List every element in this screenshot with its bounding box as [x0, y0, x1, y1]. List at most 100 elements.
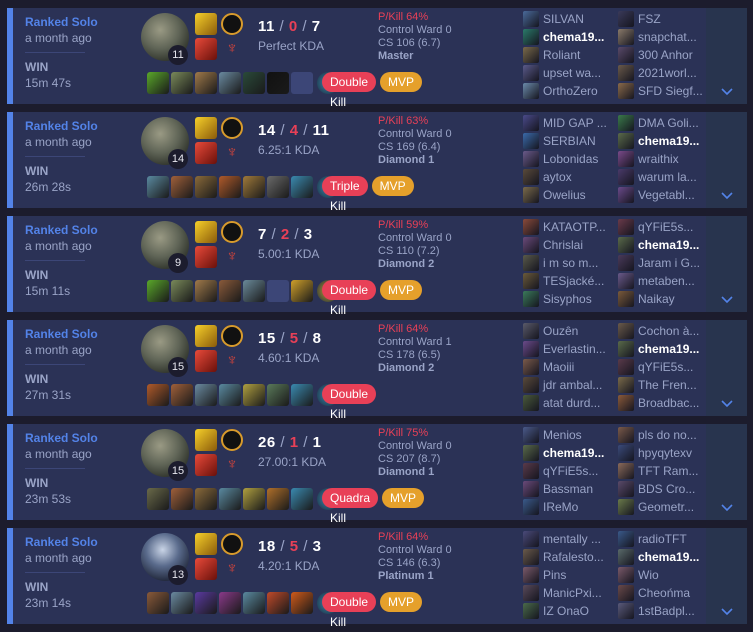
player-row[interactable]: metaben...: [618, 272, 713, 290]
player-row[interactable]: Cochon à...: [618, 322, 713, 340]
player-name[interactable]: The Fren...: [638, 378, 697, 392]
item-icon[interactable]: [291, 592, 313, 614]
player-name[interactable]: Geometr...: [638, 500, 694, 514]
item-icon[interactable]: [147, 280, 169, 302]
summoner-spell-ignite-icon[interactable]: [195, 142, 217, 164]
secondary-rune-icon[interactable]: ♆: [221, 246, 243, 268]
player-row[interactable]: Everlastin...: [523, 340, 618, 358]
player-name[interactable]: aytox: [543, 170, 572, 184]
player-row[interactable]: chema19...: [618, 548, 713, 566]
player-row[interactable]: Roliant: [523, 46, 618, 64]
item-icon[interactable]: [147, 72, 169, 94]
item-icon[interactable]: [171, 280, 193, 302]
player-name[interactable]: Owelius: [543, 188, 586, 202]
item-icon[interactable]: [243, 488, 265, 510]
summoner-spell-ignite-icon[interactable]: [195, 350, 217, 372]
player-row[interactable]: upset wa...: [523, 64, 618, 82]
item-icon[interactable]: [243, 384, 265, 406]
player-name[interactable]: Bassman: [543, 482, 593, 496]
player-name[interactable]: 2021worl...: [638, 66, 697, 80]
player-row[interactable]: Vegetabl...: [618, 186, 713, 204]
item-icon[interactable]: [171, 384, 193, 406]
player-row[interactable]: mentally ...: [523, 530, 618, 548]
item-icon[interactable]: [147, 592, 169, 614]
player-name[interactable]: Broadbac...: [638, 396, 699, 410]
expand-button[interactable]: [706, 216, 747, 312]
item-icon[interactable]: [243, 280, 265, 302]
player-name[interactable]: SERBIAN: [543, 134, 596, 148]
item-icon[interactable]: [291, 488, 313, 510]
player-row[interactable]: Wio: [618, 566, 713, 584]
secondary-rune-icon[interactable]: ♆: [221, 558, 243, 580]
keystone-rune-icon[interactable]: [221, 533, 243, 555]
player-name[interactable]: BDS Cro...: [638, 482, 695, 496]
player-name[interactable]: pls do no...: [638, 428, 697, 442]
player-row[interactable]: i m so m...: [523, 254, 618, 272]
player-row[interactable]: IZ OnaO: [523, 602, 618, 620]
item-icon[interactable]: [267, 384, 289, 406]
player-name[interactable]: atat durd...: [543, 396, 600, 410]
player-row[interactable]: Broadbac...: [618, 394, 713, 412]
player-row[interactable]: FSZ: [618, 10, 713, 28]
item-icon[interactable]: [243, 176, 265, 198]
player-name[interactable]: metaben...: [638, 274, 695, 288]
player-name[interactable]: jdr ambal...: [543, 378, 602, 392]
player-row[interactable]: Bassman: [523, 480, 618, 498]
player-name[interactable]: Jaram i G...: [638, 256, 700, 270]
player-name[interactable]: chema19...: [638, 550, 699, 564]
player-name[interactable]: Cheońma: [638, 586, 690, 600]
player-row[interactable]: warum la...: [618, 168, 713, 186]
player-row[interactable]: TFT Ram...: [618, 462, 713, 480]
item-icon[interactable]: [219, 280, 241, 302]
item-icon[interactable]: [243, 592, 265, 614]
expand-button[interactable]: [706, 8, 747, 104]
player-name[interactable]: Menios: [543, 428, 582, 442]
item-icon[interactable]: [171, 72, 193, 94]
summoner-spell-ignite-icon[interactable]: [195, 246, 217, 268]
keystone-rune-icon[interactable]: [221, 117, 243, 139]
player-row[interactable]: qYFiE5s...: [618, 358, 713, 376]
player-row[interactable]: SERBIAN: [523, 132, 618, 150]
player-row[interactable]: hpyqytexv: [618, 444, 713, 462]
player-name[interactable]: Maoiii: [543, 360, 574, 374]
secondary-rune-icon[interactable]: ♆: [221, 454, 243, 476]
player-name[interactable]: Pins: [543, 568, 566, 582]
player-row[interactable]: TESjacké...: [523, 272, 618, 290]
player-name[interactable]: Naikay: [638, 292, 675, 306]
player-name[interactable]: qYFiE5s...: [638, 220, 693, 234]
player-row[interactable]: SILVAN: [523, 10, 618, 28]
item-icon[interactable]: [195, 72, 217, 94]
summoner-spell-flash-icon[interactable]: [195, 221, 217, 243]
player-row[interactable]: wraithix: [618, 150, 713, 168]
expand-button[interactable]: [706, 424, 747, 520]
item-icon[interactable]: [195, 280, 217, 302]
item-icon[interactable]: [219, 384, 241, 406]
item-icon[interactable]: [147, 384, 169, 406]
player-name[interactable]: FSZ: [638, 12, 661, 26]
player-name[interactable]: 1stBadpl...: [638, 604, 695, 618]
player-name[interactable]: chema19...: [638, 134, 699, 148]
player-row[interactable]: pls do no...: [618, 426, 713, 444]
item-icon[interactable]: [219, 176, 241, 198]
player-row[interactable]: chema19...: [618, 340, 713, 358]
item-icon[interactable]: [243, 72, 265, 94]
player-row[interactable]: qYFiE5s...: [618, 218, 713, 236]
player-name[interactable]: Roliant: [543, 48, 580, 62]
expand-button[interactable]: [706, 112, 747, 208]
item-icon[interactable]: [195, 592, 217, 614]
player-row[interactable]: The Fren...: [618, 376, 713, 394]
item-icon[interactable]: [267, 176, 289, 198]
item-icon[interactable]: [147, 176, 169, 198]
player-row[interactable]: Maoiii: [523, 358, 618, 376]
player-row[interactable]: atat durd...: [523, 394, 618, 412]
player-row[interactable]: Chrislai: [523, 236, 618, 254]
item-icon[interactable]: [267, 72, 289, 94]
player-row[interactable]: ManicPxi...: [523, 584, 618, 602]
player-name[interactable]: Wio: [638, 568, 659, 582]
item-icon[interactable]: [291, 384, 313, 406]
player-name[interactable]: wraithix: [638, 152, 679, 166]
summoner-spell-flash-icon[interactable]: [195, 533, 217, 555]
summoner-spell-ignite-icon[interactable]: [195, 38, 217, 60]
player-name[interactable]: Lobonidas: [543, 152, 598, 166]
item-icon[interactable]: [267, 592, 289, 614]
